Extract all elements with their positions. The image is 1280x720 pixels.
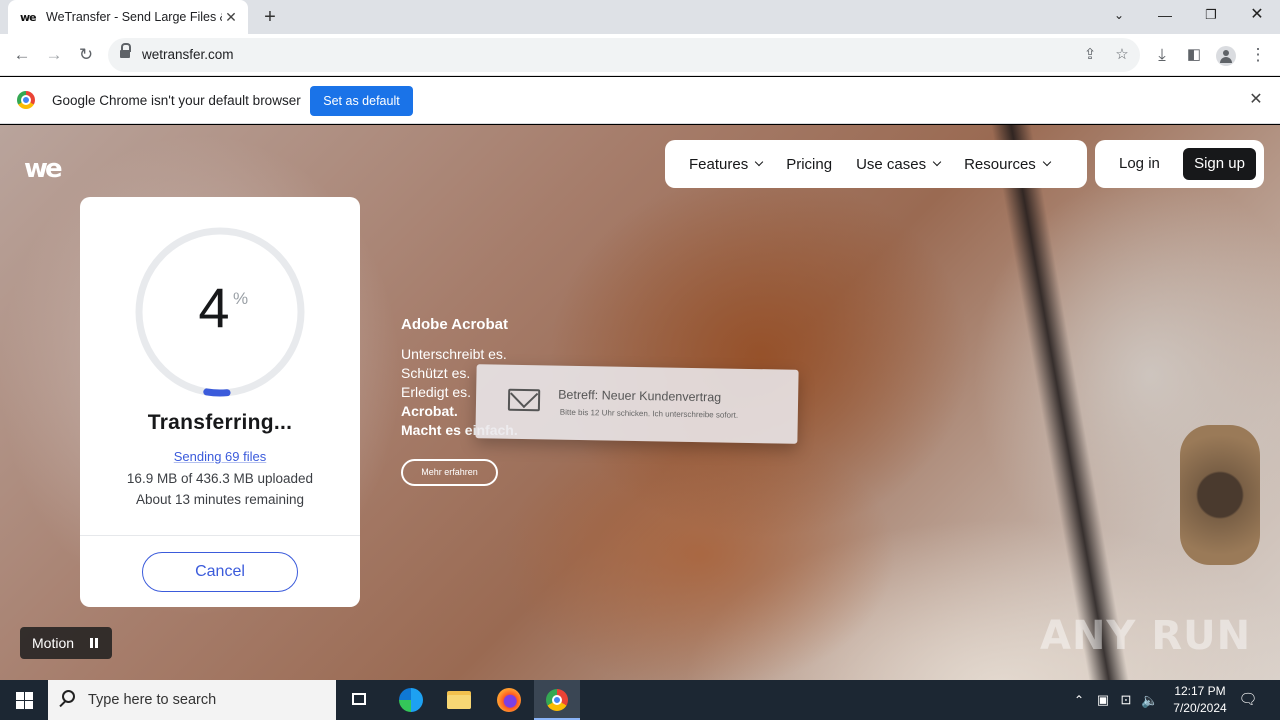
bookmark-star-icon[interactable]: ☆ [1110,43,1134,67]
mail-body: Bitte bis 12 Uhr schicken. Ich unterschr… [559,407,739,420]
progress-percent: 4 [198,276,230,339]
file-explorer-icon[interactable] [436,680,482,720]
close-tab-icon[interactable]: ✕ [222,8,240,26]
side-panel-icon[interactable]: ◧ [1181,42,1207,68]
tray-device-icon[interactable]: ▣ [1092,680,1114,720]
tab-strip: we WeTransfer - Send Large Files & ✕ + ⌄… [0,0,1280,34]
close-window-button[interactable]: ✕ [1234,0,1280,30]
restore-button[interactable]: ❐ [1188,0,1234,30]
main-nav: Features Pricing Use cases Resources [665,140,1087,188]
chrome-logo-icon [17,91,35,109]
close-infobar-icon[interactable]: ✕ [1246,90,1266,110]
nav-resources[interactable]: Resources [964,156,1052,173]
chrome-taskbar-icon[interactable] [534,680,580,720]
auth-panel: Log in Sign up [1095,140,1264,188]
motion-label: Motion [32,635,75,651]
chevron-down-icon [932,157,942,167]
time-remaining: About 13 minutes remaining [135,492,305,507]
nav-pricing[interactable]: Pricing [786,156,832,173]
notifications-icon[interactable]: 🗨 [1234,680,1262,720]
divider [80,535,360,536]
url-text[interactable]: wetransfer.com [142,38,234,72]
back-arrow-icon[interactable]: ← [9,42,35,68]
browser-tab[interactable]: we WeTransfer - Send Large Files & ✕ [8,0,248,34]
search-placeholder: Type here to search [88,692,217,708]
default-browser-infobar: Google Chrome isn't your default browser… [0,77,1280,124]
cancel-button[interactable]: Cancel [142,552,298,592]
menu-kebab-icon[interactable]: ⋮ [1245,42,1271,68]
lock-icon[interactable] [120,43,131,60]
tray-chevron-icon[interactable]: ⌃ [1068,680,1090,720]
chevron-down-icon [1042,157,1052,167]
sending-files-link[interactable]: Sending 69 files [80,449,360,464]
volume-icon[interactable]: 🔈 [1139,680,1161,720]
search-icon [62,690,75,703]
task-view-icon[interactable] [337,680,383,720]
windows-taskbar: Type here to search ⌃ ▣ ⊡ 🔈 12:17 PM 7/2… [0,680,1280,720]
new-tab-button[interactable]: + [258,6,282,28]
ad-line: Unterschreibt es. [401,346,507,362]
edge-icon[interactable] [388,680,434,720]
windows-start-icon[interactable] [0,680,48,720]
nav-use-cases[interactable]: Use cases [856,156,942,173]
envelope-icon [507,388,541,412]
wetransfer-favicon-icon: we [20,11,37,24]
percent-sign: % [233,289,249,308]
chevron-down-icon [754,157,764,167]
set-as-default-button[interactable]: Set as default [310,86,413,116]
taskbar-search[interactable]: Type here to search [48,680,336,720]
sign-up-button[interactable]: Sign up [1183,148,1256,180]
motion-toggle[interactable]: Motion [20,627,112,659]
address-bar[interactable]: wetransfer.com ⇪ ☆ [108,38,1140,72]
transfer-card: 4 % Transferring... Sending 69 files 16.… [80,197,360,607]
tab-search-chevron-icon[interactable]: ⌄ [1096,0,1142,30]
pause-icon [90,638,98,648]
minimize-button[interactable]: — [1142,0,1188,30]
infobar-message: Google Chrome isn't your default browser [52,93,301,108]
mail-subject: Betreff: Neuer Kundenvertrag [558,387,722,405]
taskbar-clock[interactable]: 12:17 PM 7/20/2024 [1160,683,1240,717]
transfer-status: Transferring... [147,411,293,434]
ad-line: Schützt es. [401,365,471,381]
download-icon[interactable]: ⤓ [1149,42,1175,68]
network-icon[interactable]: ⊡ [1115,680,1137,720]
ad-mail-card: Betreff: Neuer Kundenvertrag Bitte bis 1… [475,364,799,444]
clock-time: 12:17 PM [1174,684,1226,698]
forward-arrow-icon[interactable]: → [41,42,67,68]
uploaded-amount: 16.9 MB of 436.3 MB uploaded [126,471,314,486]
learn-more-button[interactable]: Mehr erfahren [401,459,498,486]
background-photo [991,125,1129,680]
nav-features[interactable]: Features [689,156,764,173]
wetransfer-logo[interactable]: we [24,154,63,184]
ad-line: Acrobat. [401,403,458,419]
profile-avatar-icon[interactable] [1213,42,1239,68]
ad-brand: Adobe Acrobat [401,316,508,333]
clock-date: 7/20/2024 [1173,701,1227,715]
firefox-icon[interactable] [486,680,532,720]
watermark: ANY RUN [1040,613,1252,659]
page-content: we Features Pricing Use cases Resources … [0,125,1280,680]
browser-toolbar: ← → ↻ wetransfer.com ⇪ ☆ ⤓ ◧ ⋮ [0,34,1280,76]
tab-title: WeTransfer - Send Large Files & [46,10,222,24]
background-photo [1180,425,1260,565]
share-icon[interactable]: ⇪ [1078,43,1102,67]
ad-line: Erledigt es. [401,384,472,400]
reload-icon[interactable]: ↻ [73,42,99,68]
log-in-button[interactable]: Log in [1119,140,1160,188]
